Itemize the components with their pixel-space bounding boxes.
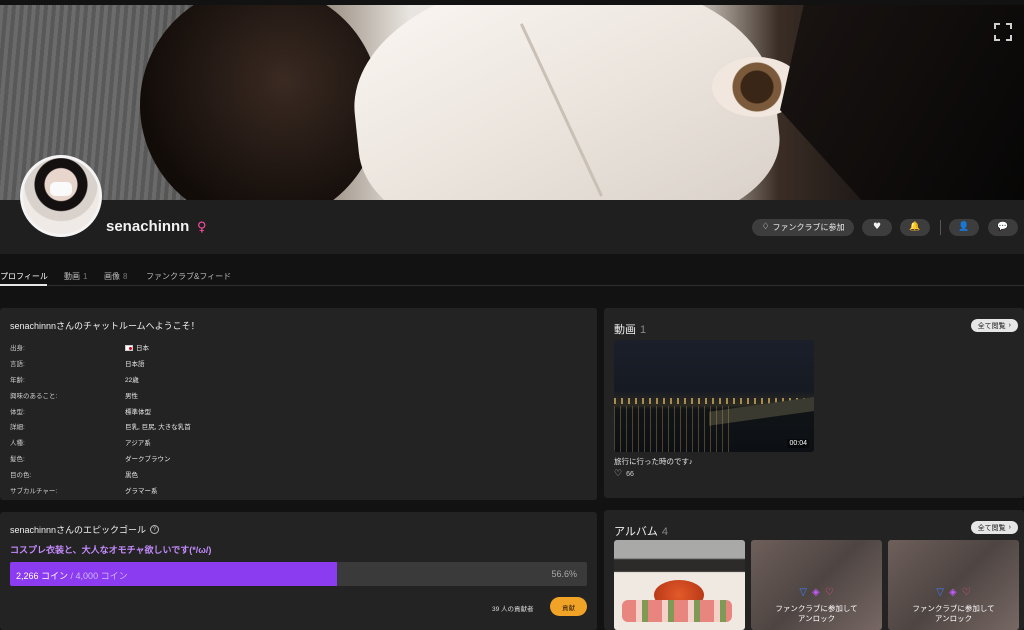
- welcome-title: senachinnnさんのチャットルームへようこそ！: [10, 321, 200, 331]
- heart-icon: ♡: [824, 587, 834, 598]
- active-tab-indicator: [0, 284, 47, 286]
- tab-videos[interactable]: 動画 1: [64, 271, 87, 282]
- notify-button[interactable]: 🔔: [900, 219, 930, 236]
- goal-percent: 56.6%: [551, 569, 577, 579]
- goal-progress-bar: 2,266 コイン / 4,000 コイン 56.6%: [10, 562, 587, 586]
- album-photo[interactable]: [614, 540, 745, 630]
- heart-icon: ♡: [961, 587, 971, 598]
- video-likes: ♡ 66: [614, 469, 634, 479]
- goal-description: コスプレ衣装と、大人なオモチャ欲しいです(*/ω/): [10, 545, 212, 555]
- chevron-right-icon: ›: [1008, 322, 1011, 329]
- goal-progress-text: 2,266 コイン / 4,000 コイン: [16, 571, 128, 581]
- unlock-message: ファンクラブに参加して アンロック: [775, 604, 858, 624]
- videos-view-all-button[interactable]: 全て閲覧 ›: [970, 319, 1018, 332]
- contribute-button[interactable]: 貢献: [550, 597, 587, 616]
- album-title: アルバム 4: [614, 526, 669, 538]
- heart-icon: ♥: [872, 222, 882, 232]
- tab-images[interactable]: 画像 8: [104, 271, 127, 282]
- album-card: アルバム 4 全て閲覧 › ▽ ◈ ♡ ファンクラブに参加して アンロック ▽ ◈ …: [604, 510, 1024, 630]
- videos-title: 動画 1: [614, 324, 647, 336]
- follow-button[interactable]: 👤: [949, 219, 979, 236]
- diamond-icon: ◈: [949, 587, 957, 598]
- locked-album-photo[interactable]: ▽ ◈ ♡ ファンクラブに参加して アンロック: [888, 540, 1019, 630]
- tab-profile[interactable]: プロフィール: [0, 271, 48, 282]
- tab-fanclub-feed[interactable]: ファンクラブ&フィード: [146, 271, 231, 282]
- contributors-count: 39 人の貢献者: [492, 606, 534, 613]
- video-caption[interactable]: 旅行に行った時のです♪: [614, 456, 693, 467]
- join-fanclub-button[interactable]: ♢ ファンクラブに参加: [752, 219, 854, 236]
- username: senachinnn: [106, 218, 190, 235]
- diamond-icon: ◈: [812, 587, 820, 598]
- avatar[interactable]: [20, 155, 102, 237]
- divider: [940, 220, 941, 235]
- video-thumbnail[interactable]: 00:04: [614, 340, 814, 452]
- videos-card: 動画 1 全て閲覧 › 00:04 旅行に行った時のです♪ ♡ 66: [604, 308, 1024, 498]
- heart-outline-icon[interactable]: ♡: [614, 469, 622, 479]
- add-user-icon: 👤: [958, 222, 970, 232]
- triangle-icon: ▽: [936, 587, 945, 598]
- help-icon[interactable]: ?: [150, 525, 160, 534]
- japan-flag-icon: [125, 345, 133, 351]
- unlock-message: ファンクラブに参加して アンロック: [912, 604, 995, 624]
- message-button[interactable]: 💬: [988, 219, 1018, 236]
- video-duration: 00:04: [787, 439, 809, 448]
- join-fanclub-label: ファンクラブに参加: [772, 223, 845, 232]
- profile-info-card: senachinnnさんのチャットルームへようこそ！ 出身: 日本 言語: 日本…: [0, 308, 597, 500]
- locked-album-photo[interactable]: ▽ ◈ ♡ ファンクラブに参加して アンロック: [751, 540, 882, 630]
- album-view-all-button[interactable]: 全て閲覧 ›: [970, 521, 1018, 534]
- chat-icon: 💬: [997, 222, 1009, 232]
- diamond-icon: ♢: [761, 222, 770, 232]
- female-icon: ♀: [197, 220, 207, 235]
- epic-goal-card: senachinnnさんのエピックゴール ? コスプレ衣装と、大人なオモチャ欲し…: [0, 512, 597, 630]
- chevron-right-icon: ›: [1008, 524, 1011, 531]
- profile-tabs: プロフィール 動画 1 画像 8 ファンクラブ&フィード: [0, 268, 1024, 286]
- favorite-button[interactable]: ♥: [862, 219, 892, 236]
- triangle-icon: ▽: [799, 587, 808, 598]
- goal-title: senachinnnさんのエピックゴール ?: [10, 523, 160, 536]
- expand-icon[interactable]: [994, 23, 1012, 41]
- bell-icon: 🔔: [909, 222, 921, 232]
- cover-photo: [0, 5, 1024, 200]
